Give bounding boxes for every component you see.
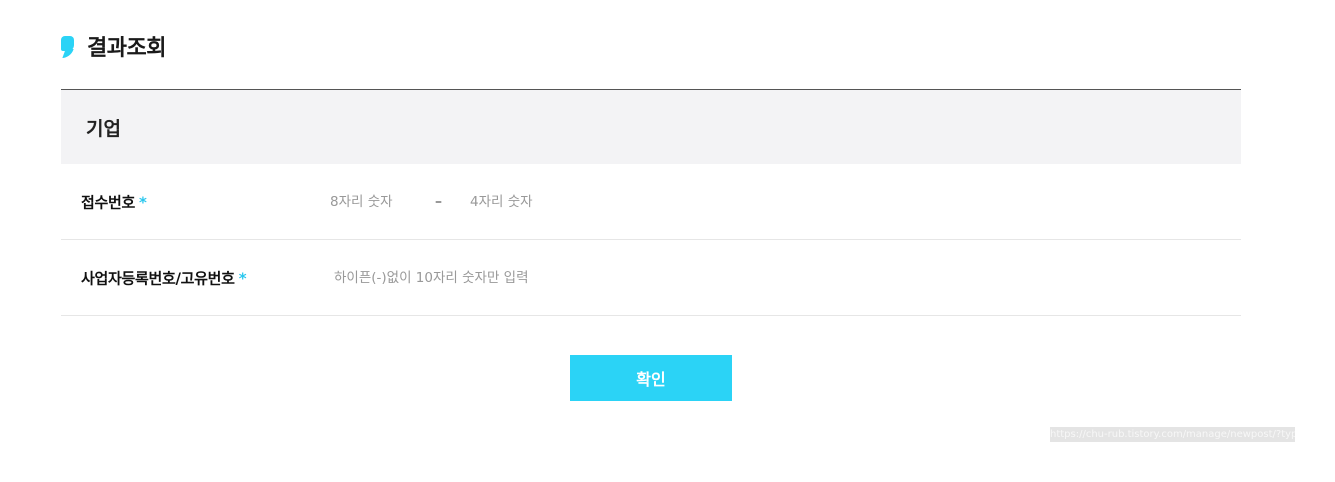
section-heading: 기업 — [61, 90, 1241, 164]
quote-mark-icon — [61, 33, 74, 59]
receipt-number-part2-input[interactable] — [470, 189, 560, 214]
required-mark: * — [139, 193, 147, 211]
receipt-number-label: 접수번호 * — [81, 193, 147, 211]
confirm-button[interactable]: 확인 — [570, 355, 732, 401]
business-number-row: 사업자등록번호/고유번호 * — [61, 240, 1241, 316]
business-number-input[interactable] — [334, 265, 734, 290]
required-mark: * — [238, 269, 247, 287]
lookup-form-panel: 기업 접수번호* – 사업자등록번호/고유번호* — [61, 89, 1241, 316]
receipt-number-row: 접수번호* – — [61, 164, 1241, 240]
receipt-number-separator: – — [435, 193, 442, 210]
page-title-row: 결과조회 — [61, 30, 166, 62]
receipt-number-part1-input[interactable] — [330, 189, 420, 214]
business-number-label: 사업자등록번호/고유번호 * — [81, 269, 247, 287]
status-url-tooltip: https://chu-rub.tistory.com/manage/newpo… — [1050, 427, 1295, 442]
page-title: 결과조회 — [87, 36, 166, 61]
